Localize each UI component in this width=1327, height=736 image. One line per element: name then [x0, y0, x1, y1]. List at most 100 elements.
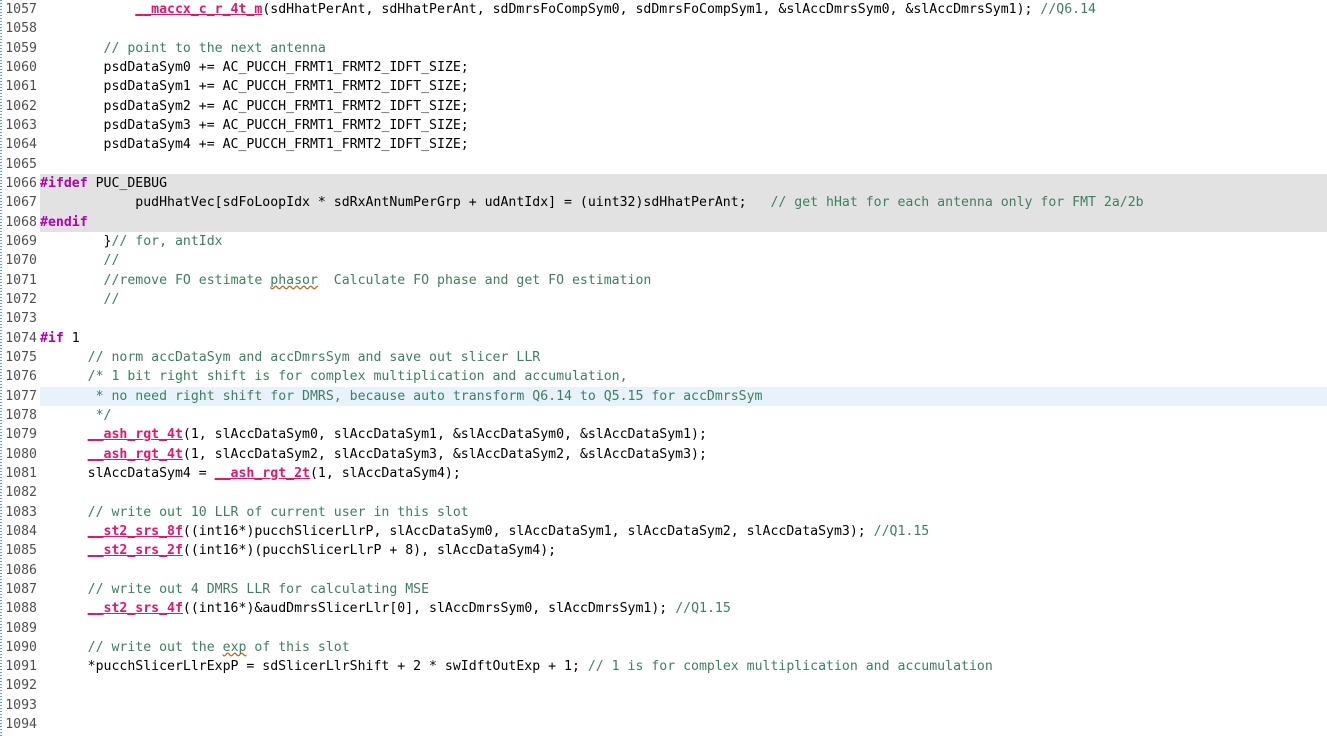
line-number[interactable]: 1085 [0, 541, 40, 560]
code-line[interactable]: 1086 [0, 561, 1327, 580]
line-number[interactable]: 1078 [0, 406, 40, 425]
line-number[interactable]: 1081 [0, 464, 40, 483]
line-code[interactable]: //remove FO estimate phasor Calculate FO… [40, 271, 652, 290]
code-line[interactable]: 1075 // norm accDataSym and accDmrsSym a… [0, 348, 1327, 367]
line-number[interactable]: 1094 [0, 715, 40, 734]
line-code[interactable]: psdDataSym0 += AC_PUCCH_FRMT1_FRMT2_IDFT… [40, 58, 469, 77]
code-line[interactable]: 1065 [0, 155, 1327, 174]
line-number[interactable]: 1059 [0, 39, 40, 58]
line-code[interactable]: psdDataSym4 += AC_PUCCH_FRMT1_FRMT2_IDFT… [40, 135, 469, 154]
line-code[interactable]: __maccx_c_r_4t_m(sdHhatPerAnt, sdHhatPer… [40, 0, 1096, 19]
code-line[interactable]: 1071 //remove FO estimate phasor Calcula… [0, 271, 1327, 290]
line-number[interactable]: 1076 [0, 367, 40, 386]
code-line[interactable]: 1062 psdDataSym2 += AC_PUCCH_FRMT1_FRMT2… [0, 97, 1327, 116]
line-code[interactable]: __st2_srs_8f((int16*)pucchSlicerLlrP, sl… [40, 522, 930, 541]
code-lines-container[interactable]: 1057 __maccx_c_r_4t_m(sdHhatPerAnt, sdHh… [0, 0, 1327, 736]
code-line[interactable]: 1094 [0, 715, 1327, 734]
line-code[interactable]: // write out 4 DMRS LLR for calculating … [40, 580, 429, 599]
line-code[interactable]: slAccDataSym4 = __ash_rgt_2t(1, slAccDat… [40, 464, 461, 483]
line-number[interactable]: 1064 [0, 135, 40, 154]
line-number[interactable]: 1074 [0, 329, 40, 348]
code-line[interactable]: 1058 [0, 19, 1327, 38]
line-number[interactable]: 1060 [0, 58, 40, 77]
code-line[interactable]: 1093 [0, 696, 1327, 715]
code-line[interactable]: 1088 __st2_srs_4f((int16*)&audDmrsSlicer… [0, 599, 1327, 618]
line-code[interactable]: psdDataSym2 += AC_PUCCH_FRMT1_FRMT2_IDFT… [40, 97, 469, 116]
line-number[interactable]: 1083 [0, 503, 40, 522]
code-line[interactable]: 1068 #endif [0, 212, 1327, 232]
line-code[interactable]: __st2_srs_2f((int16*)(pucchSlicerLlrP + … [40, 541, 556, 560]
code-line[interactable]: 1059 // point to the next antenna [0, 39, 1327, 58]
code-line[interactable]: 1077 * no need right shift for DMRS, bec… [0, 386, 1327, 406]
code-line[interactable]: 1080 __ash_rgt_4t(1, slAccDataSym2, slAc… [0, 445, 1327, 464]
code-line[interactable]: 1057 __maccx_c_r_4t_m(sdHhatPerAnt, sdHh… [0, 0, 1327, 19]
line-number[interactable]: 1063 [0, 116, 40, 135]
code-line[interactable]: 1061 psdDataSym1 += AC_PUCCH_FRMT1_FRMT2… [0, 77, 1327, 96]
line-number[interactable]: 1066 [0, 174, 40, 193]
line-code[interactable]: /* 1 bit right shift is for complex mult… [40, 367, 628, 386]
code-line[interactable]: 1081 slAccDataSym4 = __ash_rgt_2t(1, slA… [0, 464, 1327, 483]
line-code[interactable]: __ash_rgt_4t(1, slAccDataSym0, slAccData… [40, 425, 707, 444]
line-number[interactable]: 1072 [0, 290, 40, 309]
code-line[interactable]: 1087 // write out 4 DMRS LLR for calcula… [0, 580, 1327, 599]
line-number[interactable]: 1082 [0, 483, 40, 502]
line-code[interactable]: */ [40, 406, 112, 425]
line-code[interactable]: psdDataSym1 += AC_PUCCH_FRMT1_FRMT2_IDFT… [40, 77, 469, 96]
line-code[interactable]: // [40, 251, 120, 270]
code-line[interactable]: 1090 // write out the exp of this slot [0, 638, 1327, 657]
line-number[interactable]: 1088 [0, 599, 40, 618]
line-code[interactable]: * no need right shift for DMRS, because … [40, 387, 763, 406]
line-number[interactable]: 1070 [0, 251, 40, 270]
line-number[interactable]: 1079 [0, 425, 40, 444]
line-code[interactable]: // point to the next antenna [40, 39, 326, 58]
line-code[interactable]: __st2_srs_4f((int16*)&audDmrsSlicerLlr[0… [40, 599, 731, 618]
code-line[interactable]: 1069 }// for, antIdx [0, 232, 1327, 251]
line-number[interactable]: 1092 [0, 676, 40, 695]
code-line[interactable]: 1072 // [0, 290, 1327, 309]
code-line[interactable]: 1084 __st2_srs_8f((int16*)pucchSlicerLlr… [0, 522, 1327, 541]
code-line[interactable]: 1082 [0, 483, 1327, 502]
code-line[interactable]: 1092 [0, 676, 1327, 695]
line-number[interactable]: 1061 [0, 77, 40, 96]
line-number[interactable]: 1065 [0, 155, 40, 174]
line-number[interactable]: 1075 [0, 348, 40, 367]
line-number[interactable]: 1089 [0, 619, 40, 638]
line-number[interactable]: 1062 [0, 97, 40, 116]
code-line[interactable]: 1074 #if 1 [0, 329, 1327, 348]
code-line[interactable]: 1078 */ [0, 406, 1327, 425]
code-line[interactable]: 1079 __ash_rgt_4t(1, slAccDataSym0, slAc… [0, 425, 1327, 444]
line-code[interactable]: pudHhatVec[sdFoLoopIdx * sdRxAntNumPerGr… [40, 193, 1143, 212]
code-line[interactable]: 1091 *pucchSlicerLlrExpP = sdSlicerLlrSh… [0, 657, 1327, 676]
line-code[interactable]: // write out 10 LLR of current user in t… [40, 503, 469, 522]
code-line[interactable]: 1089 [0, 619, 1327, 638]
line-code[interactable]: #endif [40, 213, 88, 232]
code-line[interactable]: 1073 [0, 309, 1327, 328]
line-code[interactable]: *pucchSlicerLlrExpP = sdSlicerLlrShift +… [40, 657, 993, 676]
line-code[interactable]: #if 1 [40, 329, 80, 348]
code-line[interactable]: 1064 psdDataSym4 += AC_PUCCH_FRMT1_FRMT2… [0, 135, 1327, 154]
line-number[interactable]: 1080 [0, 445, 40, 464]
line-number[interactable]: 1068 [0, 213, 40, 232]
code-line[interactable]: 1085 __st2_srs_2f((int16*)(pucchSlicerLl… [0, 541, 1327, 560]
code-line[interactable]: 1070 // [0, 251, 1327, 270]
code-line[interactable]: 1060 psdDataSym0 += AC_PUCCH_FRMT1_FRMT2… [0, 58, 1327, 77]
line-number[interactable]: 1084 [0, 522, 40, 541]
line-number[interactable]: 1077 [0, 387, 40, 406]
line-number[interactable]: 1057 [0, 0, 40, 19]
line-code[interactable]: #ifdef PUC_DEBUG [40, 174, 167, 193]
line-number[interactable]: 1086 [0, 561, 40, 580]
line-number[interactable]: 1067 [0, 193, 40, 212]
line-code[interactable]: psdDataSym3 += AC_PUCCH_FRMT1_FRMT2_IDFT… [40, 116, 469, 135]
line-code[interactable]: // write out the exp of this slot [40, 638, 350, 657]
code-line[interactable]: 1063 psdDataSym3 += AC_PUCCH_FRMT1_FRMT2… [0, 116, 1327, 135]
line-number[interactable]: 1091 [0, 657, 40, 676]
code-line[interactable]: 1066 #ifdef PUC_DEBUG [0, 173, 1327, 194]
code-editor[interactable]: 1057 __maccx_c_r_4t_m(sdHhatPerAnt, sdHh… [0, 0, 1327, 736]
line-number[interactable]: 1093 [0, 696, 40, 715]
code-line[interactable]: 1067 pudHhatVec[sdFoLoopIdx * sdRxAntNum… [0, 193, 1327, 213]
code-line[interactable]: 1076 /* 1 bit right shift is for complex… [0, 367, 1327, 386]
line-code[interactable]: __ash_rgt_4t(1, slAccDataSym2, slAccData… [40, 445, 707, 464]
line-code[interactable]: // [40, 290, 120, 309]
line-number[interactable]: 1069 [0, 232, 40, 251]
line-number[interactable]: 1073 [0, 309, 40, 328]
